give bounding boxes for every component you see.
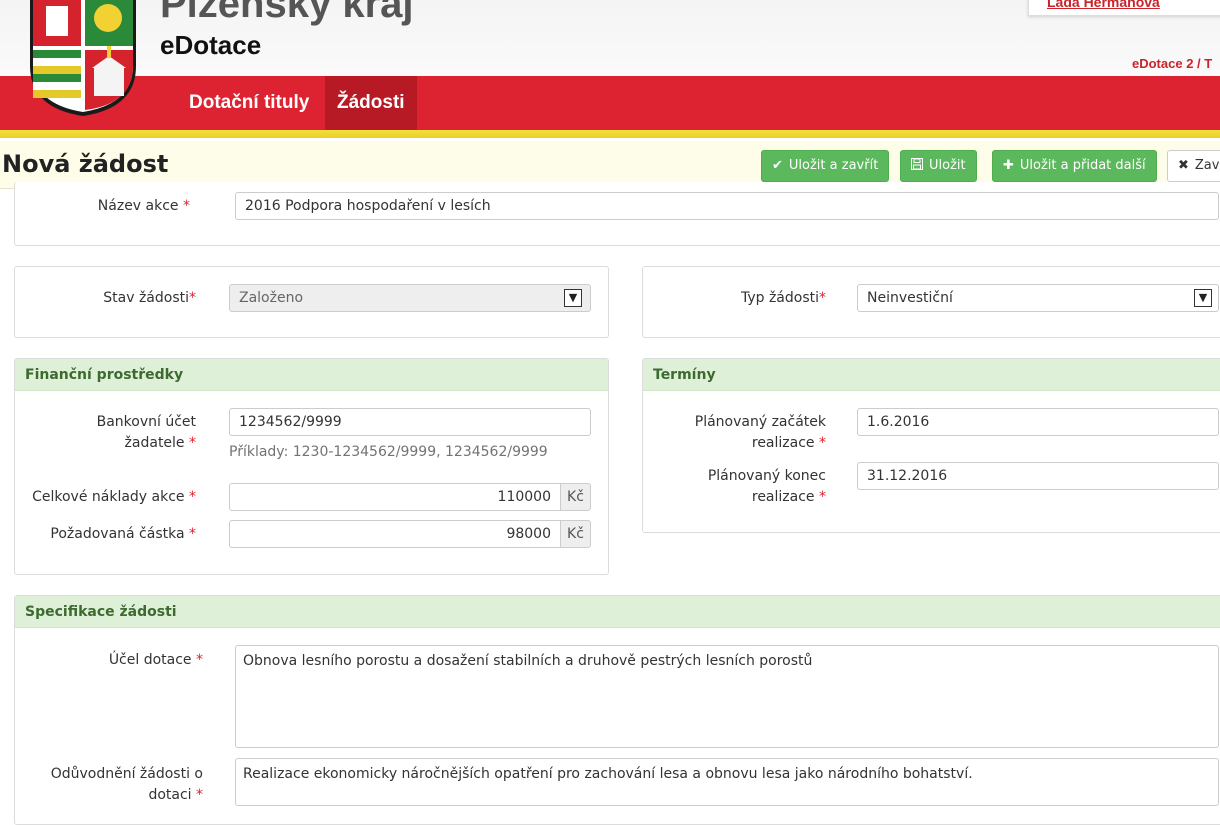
nazev-akce-label: Název akce * (40, 196, 190, 217)
bankovni-ucet-input[interactable]: 1234562/9999 (229, 408, 591, 436)
ucel-dotace-label-text: Účel dotace (108, 652, 192, 668)
celkove-naklady-label: Celkové náklady akce * (20, 487, 196, 508)
close-label: Zavřít (1194, 158, 1220, 173)
required-mark: * (189, 489, 196, 505)
app-header: Plzeňský kraj eDotace Lada Heřmanová eDo… (0, 0, 1220, 76)
app-version: eDotace 2 / T (1132, 56, 1213, 71)
ucel-dotace-textarea[interactable]: Obnova lesního porostu a dosažení stabil… (235, 645, 1219, 748)
save-label: Uložit (929, 158, 966, 173)
coat-of-arms-logo (30, 0, 136, 116)
chevron-down-icon: ▼ (564, 289, 582, 307)
save-button[interactable]: Uložit (900, 150, 977, 182)
typ-zadosti-label-text: Typ žádosti (740, 290, 819, 306)
required-mark: * (189, 435, 196, 451)
user-name-link[interactable]: Lada Heřmanová (1047, 0, 1160, 10)
konec-label: Plánovaný konec realizace * (660, 466, 826, 508)
required-mark: * (189, 290, 196, 306)
chevron-down-icon: ▼ (1194, 289, 1212, 307)
required-mark: * (819, 435, 826, 451)
pozadovana-castka-input[interactable]: 98000 (229, 520, 561, 548)
save-and-add-label: Uložit a přidat další (1019, 158, 1146, 173)
konec-date-input[interactable]: 31.12.2016 (857, 462, 1219, 490)
bankovni-ucet-label: Bankovní účet žadatele * (40, 412, 196, 454)
konec-label-line2: realizace (751, 489, 815, 505)
app-name: eDotace (160, 30, 262, 60)
bankovni-ucet-label-line1: Bankovní účet (96, 414, 196, 430)
stav-zadosti-label: Stav žádosti* (40, 288, 196, 309)
floppy-disk-icon (911, 151, 923, 181)
zacatek-label-line1: Plánovaný začátek (694, 414, 826, 430)
required-mark: * (819, 290, 826, 306)
oduvodneni-textarea[interactable]: Realizace ekonomicky náročnějších opatře… (235, 758, 1219, 806)
close-icon: ✖ (1178, 158, 1189, 173)
zacatek-label: Plánovaný začátek realizace * (660, 412, 826, 454)
save-and-add-button[interactable]: ✚ Uložit a přidat další (992, 150, 1157, 182)
typ-zadosti-select[interactable]: Neinvestiční ▼ (857, 284, 1219, 312)
zacatek-date-input[interactable]: 1.6.2016 (857, 408, 1219, 436)
required-mark: * (189, 526, 196, 542)
oduvodneni-label-line2: dotaci (148, 787, 192, 803)
nav-item-zadosti[interactable]: Žádosti (325, 76, 417, 130)
save-and-close-button[interactable]: ✔ Uložit a zavřít (761, 150, 890, 182)
nav-stripe (0, 130, 1220, 138)
typ-zadosti-label: Typ žádosti* (660, 288, 826, 309)
required-mark: * (819, 489, 826, 505)
required-mark: * (183, 198, 190, 214)
check-icon: ✔ (772, 158, 783, 173)
currency-addon: Kč (561, 483, 591, 511)
stav-zadosti-select: Založeno ▼ (229, 284, 591, 312)
specifikace-heading: Specifikace žádosti (15, 596, 1220, 628)
celkove-naklady-input[interactable]: 110000 (229, 483, 561, 511)
stav-zadosti-value: Založeno (239, 290, 304, 306)
celkove-naklady-label-text: Celkové náklady akce (32, 489, 185, 505)
required-mark: * (196, 787, 203, 803)
bankovni-ucet-hint: Příklady: 1230-1234562/9999, 1234562/999… (229, 444, 548, 460)
zacatek-label-line2: realizace (751, 435, 815, 451)
oduvodneni-label-line1: Odůvodnění žádosti o (50, 766, 203, 782)
oduvodneni-label: Odůvodnění žádosti o dotaci * (20, 764, 203, 806)
pozadovana-castka-label: Požadovaná částka * (20, 524, 196, 545)
typ-zadosti-value: Neinvestiční (867, 290, 953, 306)
terminy-heading: Termíny (643, 359, 1220, 391)
konec-label-line1: Plánovaný konec (707, 468, 826, 484)
financni-prostredky-heading: Finanční prostředky (15, 359, 608, 391)
pozadovana-castka-label-text: Požadovaná částka (50, 526, 185, 542)
required-mark: * (196, 652, 203, 668)
save-and-close-label: Uložit a zavřít (788, 158, 879, 173)
region-name: Plzeňský kraj (160, 0, 414, 26)
main-navbar: Dotační tituly Žádosti (0, 76, 1220, 130)
page-title: Nová žádost (2, 150, 169, 178)
currency-addon: Kč (561, 520, 591, 548)
nazev-akce-input[interactable]: 2016 Podpora hospodaření v lesích (235, 192, 1219, 220)
bankovni-ucet-label-line2: žadatele (124, 435, 185, 451)
stav-zadosti-label-text: Stav žádosti (103, 290, 189, 306)
plus-icon: ✚ (1003, 158, 1014, 173)
nazev-akce-label-text: Název akce (97, 198, 179, 214)
ucel-dotace-label: Účel dotace * (40, 650, 203, 671)
nav-item-dotacni-tituly[interactable]: Dotační tituly (177, 76, 321, 130)
close-button[interactable]: ✖ Zavřít (1167, 150, 1220, 182)
user-box: Lada Heřmanová (1028, 0, 1220, 16)
